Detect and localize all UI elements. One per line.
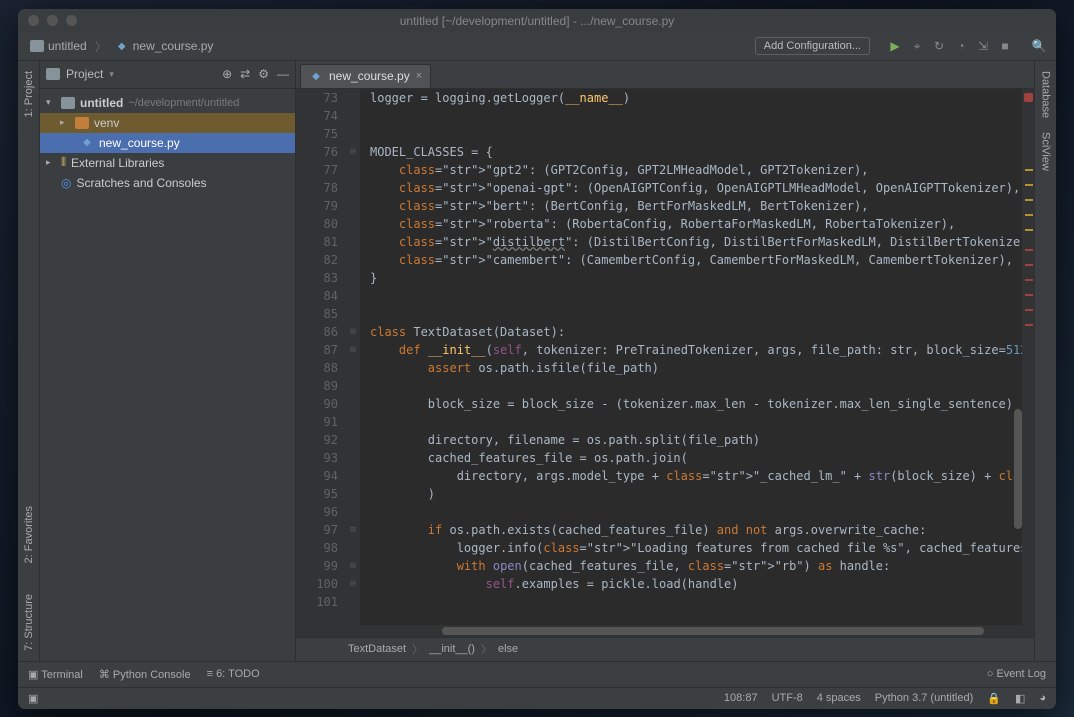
breadcrumb-root[interactable]: untitled: [26, 37, 91, 55]
vertical-scrollbar[interactable]: [1014, 409, 1022, 529]
hide-icon[interactable]: —: [277, 67, 289, 81]
library-icon: ⫴: [61, 155, 66, 170]
crumb-scope[interactable]: else: [498, 643, 518, 655]
title-bar: untitled [~/development/untitled] - .../…: [18, 9, 1056, 33]
error-marker-icon[interactable]: [1025, 264, 1033, 266]
status-bar: ▣ 108:87 UTF-8 4 spaces Python 3.7 (unti…: [18, 687, 1056, 709]
tree-root[interactable]: ▾ untitled ~/development/untitled: [40, 93, 295, 113]
zoom-traffic-icon[interactable]: [66, 15, 77, 26]
breadcrumb-file[interactable]: ◆ new_course.py: [111, 37, 218, 55]
crumb-class[interactable]: TextDataset: [348, 643, 406, 655]
inspection-icon[interactable]: ◧: [1015, 692, 1025, 705]
warn-marker-icon[interactable]: [1025, 169, 1033, 171]
folder-icon: [30, 40, 44, 52]
arrow-down-icon[interactable]: ▾: [46, 97, 56, 108]
bottom-tool-bar: ▣ Terminal ⌘ Python Console ≡ 6: TODO ○ …: [18, 661, 1056, 687]
breadcrumb-sep-icon: 〉: [412, 641, 423, 657]
python-file-icon: ◆: [80, 136, 94, 150]
run-coverage-icon[interactable]: ↻: [930, 37, 948, 55]
error-marker-icon[interactable]: [1025, 294, 1033, 296]
search-icon[interactable]: 🔍: [1030, 37, 1048, 55]
lock-icon[interactable]: 🔒: [987, 692, 1001, 705]
error-marker-icon[interactable]: [1025, 249, 1033, 251]
warn-marker-icon[interactable]: [1025, 214, 1033, 216]
right-tool-stripe: Database SciView: [1034, 61, 1056, 661]
python-file-icon: ◆: [115, 39, 129, 53]
python-console-tool-button[interactable]: ⌘ Python Console: [99, 668, 191, 681]
close-tab-icon[interactable]: ×: [416, 70, 422, 82]
sciview-tool-button[interactable]: SciView: [1040, 132, 1052, 171]
editor-tabs: ◆ new_course.py ×: [296, 61, 1034, 89]
error-marker-icon[interactable]: [1025, 309, 1033, 311]
warn-marker-icon[interactable]: [1025, 184, 1033, 186]
ide-status-icon[interactable]: ▣: [28, 692, 38, 705]
memory-indicator-icon[interactable]: ◕: [1039, 692, 1046, 704]
database-tool-button[interactable]: Database: [1040, 71, 1052, 118]
project-tree[interactable]: ▾ untitled ~/development/untitled ▸ venv…: [40, 89, 295, 661]
tree-venv[interactable]: ▸ venv: [40, 113, 295, 133]
folder-icon: [46, 68, 60, 80]
indent-setting[interactable]: 4 spaces: [817, 692, 861, 704]
todo-tool-button[interactable]: ≡ 6: TODO: [207, 668, 260, 680]
editor-breadcrumbs: TextDataset 〉 __init__() 〉 else: [296, 637, 1034, 661]
file-encoding[interactable]: UTF-8: [772, 692, 803, 704]
event-log-button[interactable]: ○ Event Log: [987, 668, 1046, 680]
horizontal-scrollbar[interactable]: [296, 625, 1034, 637]
minimize-traffic-icon[interactable]: [47, 15, 58, 26]
tree-file-selected[interactable]: ◆ new_course.py: [40, 133, 295, 153]
run-icon[interactable]: ▶: [886, 37, 904, 55]
project-panel-title[interactable]: Project: [66, 67, 103, 81]
locate-icon[interactable]: ⊕: [222, 67, 232, 81]
attach-icon[interactable]: ⇲: [974, 37, 992, 55]
error-stripe[interactable]: [1022, 89, 1034, 625]
chevron-down-icon[interactable]: ▾: [109, 69, 114, 80]
structure-tool-button[interactable]: 7: Structure: [23, 594, 35, 651]
breadcrumb-sep-icon: 〉: [95, 38, 107, 55]
editor-tab[interactable]: ◆ new_course.py ×: [300, 64, 431, 88]
error-marker-icon[interactable]: [1025, 279, 1033, 281]
ide-window: untitled [~/development/untitled] - .../…: [18, 9, 1056, 709]
scratch-icon: ◎: [61, 176, 71, 190]
code-content[interactable]: logger = logging.getLogger(__name__) MOD…: [360, 89, 1022, 625]
error-indicator-icon[interactable]: [1024, 93, 1033, 102]
navigation-bar: untitled 〉 ◆ new_course.py Add Configura…: [18, 33, 1056, 61]
folder-icon: [75, 117, 89, 129]
breadcrumb-sep-icon: 〉: [481, 641, 492, 657]
arrow-right-icon[interactable]: ▸: [60, 117, 70, 128]
stop-icon[interactable]: ■: [996, 37, 1014, 55]
error-marker-icon[interactable]: [1025, 324, 1033, 326]
python-file-icon: ◆: [309, 69, 323, 83]
fold-gutter[interactable]: ⊟⊟⊟⊟⊟⊟: [346, 89, 360, 625]
project-panel: Project ▾ ⊕ ⇄ ⚙ — ▾ untitled ~/developme…: [40, 61, 296, 661]
editor-area: ◆ new_course.py × 7374757677787980818283…: [296, 61, 1034, 661]
project-panel-header: Project ▾ ⊕ ⇄ ⚙ —: [40, 61, 295, 89]
arrow-right-icon[interactable]: ▸: [46, 157, 56, 168]
debug-icon[interactable]: ⌖: [908, 37, 926, 55]
gear-icon[interactable]: ⚙: [258, 67, 269, 81]
line-gutter: 7374757677787980818283848586878889909192…: [296, 89, 346, 625]
favorites-tool-button[interactable]: 2: Favorites: [23, 506, 35, 563]
tree-external-libs[interactable]: ▸ ⫴ External Libraries: [40, 153, 295, 173]
code-editor[interactable]: 7374757677787980818283848586878889909192…: [296, 89, 1034, 625]
tree-scratches[interactable]: ◎ Scratches and Consoles: [40, 173, 295, 193]
project-tool-button[interactable]: 1: Project: [23, 71, 35, 117]
folder-icon: [61, 97, 75, 109]
warn-marker-icon[interactable]: [1025, 199, 1033, 201]
scroll-thumb[interactable]: [442, 627, 984, 635]
interpreter-setting[interactable]: Python 3.7 (untitled): [875, 692, 973, 704]
caret-position[interactable]: 108:87: [724, 692, 758, 704]
expand-icon[interactable]: ⇄: [240, 67, 250, 81]
add-configuration-button[interactable]: Add Configuration...: [755, 37, 870, 55]
profile-icon[interactable]: ◔: [952, 37, 970, 55]
window-title: untitled [~/development/untitled] - .../…: [400, 14, 675, 28]
close-traffic-icon[interactable]: [28, 15, 39, 26]
left-tool-stripe: 1: Project 2: Favorites 7: Structure: [18, 61, 40, 661]
crumb-method[interactable]: __init__(): [429, 643, 475, 655]
warn-marker-icon[interactable]: [1025, 229, 1033, 231]
terminal-tool-button[interactable]: ▣ Terminal: [28, 668, 83, 681]
